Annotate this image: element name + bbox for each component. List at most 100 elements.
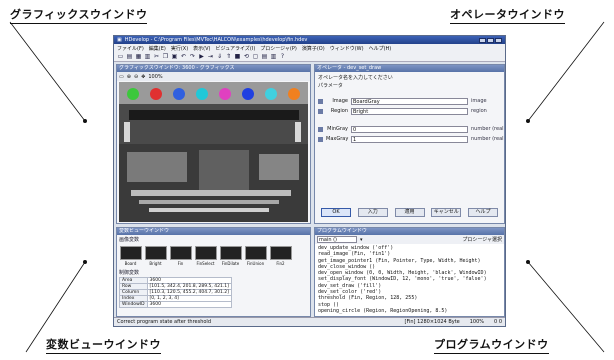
control-variables-title: 制御変数 <box>119 270 140 276</box>
open-folder-icon[interactable]: ▤ <box>126 53 133 60</box>
chevron-down-icon[interactable]: ▾ <box>360 237 363 243</box>
leader-dot-variable <box>83 260 87 264</box>
param-type: number (real) <box>471 136 505 142</box>
param-row: Region Bright region <box>318 106 501 116</box>
main-toolbar: ▭ ▤ ▦ ▥ ✂ ❐ ▣ ↶ ↷ ▶ ⇥ ⇓ ⇑ ■ ⟲ ▢ ▤ ▥ ? <box>114 52 505 62</box>
menu-execute[interactable]: 実行(X) <box>171 45 188 52</box>
iconic-variable[interactable]: Fin <box>169 246 192 266</box>
iconic-variables-title: 画像変数 <box>119 237 140 243</box>
undo-icon[interactable]: ↶ <box>180 53 187 60</box>
iconic-variable-name: Fin2 <box>276 261 285 266</box>
variable-value: [110.3, 120.5, 455.2, 404.7, 301.2] <box>146 289 232 296</box>
program-header: main () ▾ プロシージャ選択 <box>315 235 504 244</box>
pan-icon[interactable]: ✥ <box>141 74 145 80</box>
status-zoom: 100% <box>469 319 485 325</box>
menu-view[interactable]: 表示(V) <box>193 45 210 52</box>
table-row[interactable]: Column [110.3, 120.5, 455.2, 404.7, 301.2… <box>119 289 232 296</box>
save-icon[interactable]: ▦ <box>135 53 142 60</box>
param-type: region <box>471 108 487 114</box>
cancel-button[interactable]: キャンセル <box>431 208 462 217</box>
iconic-variable-name: Board <box>124 261 137 266</box>
menu-edit[interactable]: 編集(E) <box>149 45 166 52</box>
code-line[interactable]: set_display_font (WindowID, 12, 'mono', … <box>318 276 501 282</box>
menu-operators[interactable]: 演算子(O) <box>302 45 325 52</box>
param-mingray-input[interactable]: 0 <box>351 125 468 133</box>
menu-visualize[interactable]: ビジュアライズ(I) <box>216 45 256 52</box>
iconic-variable-list: Board Bright Fin FinSelect FinDilate Fin… <box>117 244 310 268</box>
iconic-variable[interactable]: Fin2 <box>269 246 292 266</box>
enter-button[interactable]: 入力 <box>357 208 388 217</box>
leader-line-graphics <box>9 21 86 122</box>
leader-dot-graphics <box>83 119 87 123</box>
status-image-info: [Fin] 1280×1024 Byte <box>404 319 460 325</box>
callout-text: プログラムウインドウ <box>434 338 549 351</box>
help-icon[interactable]: ? <box>279 53 286 60</box>
param-image-input[interactable]: BoardGray <box>351 97 468 105</box>
param-maxgray-input[interactable]: 1 <box>351 135 468 143</box>
maximize-button[interactable] <box>487 37 494 43</box>
procedure-select[interactable]: main () <box>317 236 357 243</box>
window-titlebar[interactable]: ▣ HDevelop - C:\Program Files\MVTec\HALC… <box>114 36 505 44</box>
iconic-variable[interactable]: FinDilate <box>219 246 242 266</box>
redo-icon[interactable]: ↷ <box>189 53 196 60</box>
thumbnail <box>144 246 167 260</box>
copy-icon[interactable]: ❐ <box>162 53 169 60</box>
param-row: MaxGray 1 number (real) <box>318 134 505 144</box>
callout-underline <box>10 23 148 24</box>
menu-procedures[interactable]: プロシージャ(P) <box>260 45 297 52</box>
param-row: MinGray 0 number (real) <box>318 124 505 134</box>
app-icon: ▣ <box>117 37 122 43</box>
thumbnail <box>244 246 267 260</box>
table-row[interactable]: WindowID 3600 <box>119 301 232 308</box>
code-line[interactable]: opening_circle (Region, RegionOpening, 8… <box>318 308 501 314</box>
menu-file[interactable]: ファイル(F) <box>117 45 144 52</box>
program-pane-title: プログラムウインドウ <box>315 228 504 235</box>
window-title: HDevelop - C:\Program Files\MVTec\HALCON… <box>124 37 308 43</box>
callout-underline <box>434 353 549 354</box>
operator-pane-title: オペレータ - dev_set_draw <box>315 65 504 72</box>
param-region-input[interactable]: Bright <box>351 107 468 115</box>
graphics-window-icon[interactable]: ▢ <box>252 53 259 60</box>
step-over-icon[interactable]: ⇥ <box>207 53 214 60</box>
variable-window-pane: 変数ビューウインドウ 画像変数 Board Bright Fin FinSele… <box>116 227 311 317</box>
thumbnail <box>169 246 192 260</box>
iconic-variable[interactable]: FinSelect <box>194 246 217 266</box>
param-type: number (real) <box>471 126 505 132</box>
stop-icon[interactable]: ■ <box>234 53 241 60</box>
step-out-icon[interactable]: ⇑ <box>225 53 232 60</box>
program-window-icon[interactable]: ▥ <box>270 53 277 60</box>
help-button[interactable]: ヘルプ <box>468 208 498 217</box>
code-line[interactable]: get_image_pointer1 (Fin, Pointer, Type, … <box>318 258 501 264</box>
minimize-button[interactable] <box>479 37 486 43</box>
run-icon[interactable]: ▶ <box>198 53 205 60</box>
new-file-icon[interactable]: ▭ <box>117 53 124 60</box>
paste-icon[interactable]: ▣ <box>171 53 178 60</box>
control-variable-table: Area 3600 Row [101.5, 342.4, 201.8, 289.5,… <box>119 277 232 308</box>
print-icon[interactable]: ▥ <box>144 53 151 60</box>
close-button[interactable] <box>495 37 502 43</box>
reset-icon[interactable]: ⟲ <box>243 53 250 60</box>
zoom-level[interactable]: 100% <box>148 74 162 80</box>
iconic-variable[interactable]: FinUnion <box>244 246 267 266</box>
graphics-canvas[interactable] <box>119 82 308 222</box>
control-param-icon <box>318 136 323 142</box>
cut-icon[interactable]: ✂ <box>153 53 160 60</box>
thumbnail <box>269 246 292 260</box>
iconic-variable[interactable]: Bright <box>144 246 167 266</box>
zoom-out-icon[interactable]: ⊖ <box>134 74 138 80</box>
thumbnail <box>119 246 142 260</box>
program-code[interactable]: dev_update_window ('off') read_image (Fi… <box>315 244 504 316</box>
menu-help[interactable]: ヘルプ(H) <box>369 45 392 52</box>
variable-window-icon[interactable]: ▤ <box>261 53 268 60</box>
procedure-select-label: プロシージャ選択 <box>462 237 502 243</box>
ok-button[interactable]: OK <box>321 208 351 217</box>
iconic-variable[interactable]: Board <box>119 246 142 266</box>
menu-window[interactable]: ウィンドウ(W) <box>330 45 364 52</box>
callout-text: オペレータウインドウ <box>450 8 565 21</box>
clear-window-icon[interactable]: ▭ <box>119 74 124 80</box>
apply-button[interactable]: 適用 <box>394 208 425 217</box>
zoom-in-icon[interactable]: ⊕ <box>127 74 131 80</box>
control-param-icon <box>318 126 323 132</box>
callout-underline <box>46 353 161 354</box>
step-into-icon[interactable]: ⇓ <box>216 53 223 60</box>
